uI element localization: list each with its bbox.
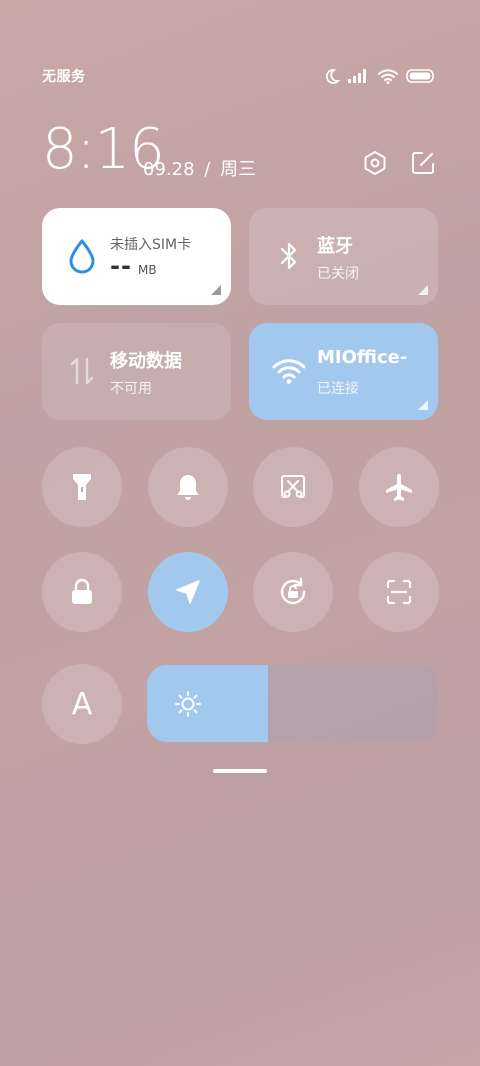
auto-brightness-label: A [71,686,93,722]
rotation-lock-toggle[interactable] [253,552,333,632]
brightness-fill [147,665,268,742]
wifi-status-icon [378,69,398,84]
date-text: 09.28 [143,159,195,180]
flashlight-toggle[interactable] [42,447,122,527]
silent-toggle[interactable] [148,447,228,527]
screenshot-toggle[interactable] [253,447,333,527]
battery-icon [406,69,434,83]
lock-icon [72,578,92,604]
screenshot-icon [281,475,305,498]
location-icon [176,580,200,604]
bluetooth-status: 已关闭 [317,266,359,282]
header-actions [362,150,436,176]
flashlight-icon [73,474,91,500]
brightness-slider[interactable] [147,665,438,742]
status-icons [324,66,436,86]
lock-screen-toggle[interactable] [42,552,122,632]
moon-icon [325,69,340,84]
bluetooth-title: 蓝牙 [317,236,353,257]
water-drop-icon [64,238,100,274]
data-usage-value: -- [110,252,132,280]
weekday-text: 周三 [220,159,257,180]
mobile-data-tile[interactable]: 移动数据 不可用 [42,323,231,420]
data-usage-tile[interactable]: 未插入SIM卡 -- MB [42,208,231,305]
date-separator: / [204,159,211,180]
wifi-title: MIOffice- [317,347,408,368]
scanner-toggle[interactable] [359,552,439,632]
auto-brightness-toggle[interactable]: A [42,664,122,744]
date-line: 09.28 / 周三 [143,155,256,181]
mobile-data-icon [64,353,100,389]
sun-icon [175,691,201,717]
data-usage-title: 未插入SIM卡 [110,237,192,253]
airplane-icon [386,474,412,501]
expand-corner-icon [418,285,428,295]
bluetooth-tile[interactable]: 蓝牙 已关闭 [249,208,438,305]
airplane-toggle[interactable] [359,447,439,527]
wifi-icon [271,353,307,389]
location-toggle[interactable] [148,552,228,632]
bluetooth-icon [271,238,307,274]
settings-icon[interactable] [362,150,388,176]
rotation-lock-icon [280,577,306,605]
expand-corner-icon [418,400,428,410]
mobile-data-status: 不可用 [110,381,152,397]
carrier-status: 无服务 [42,69,86,85]
wifi-status: 已连接 [317,381,359,397]
mobile-data-title: 移动数据 [110,351,182,372]
expand-corner-icon [211,285,221,295]
wifi-tile[interactable]: MIOffice- 已连接 [249,323,438,420]
scan-icon [386,579,412,605]
signal-icon [348,69,366,83]
edit-icon[interactable] [410,150,436,176]
data-usage-unit: MB [138,263,157,277]
bell-icon [177,475,199,500]
drag-handle[interactable] [213,769,267,773]
